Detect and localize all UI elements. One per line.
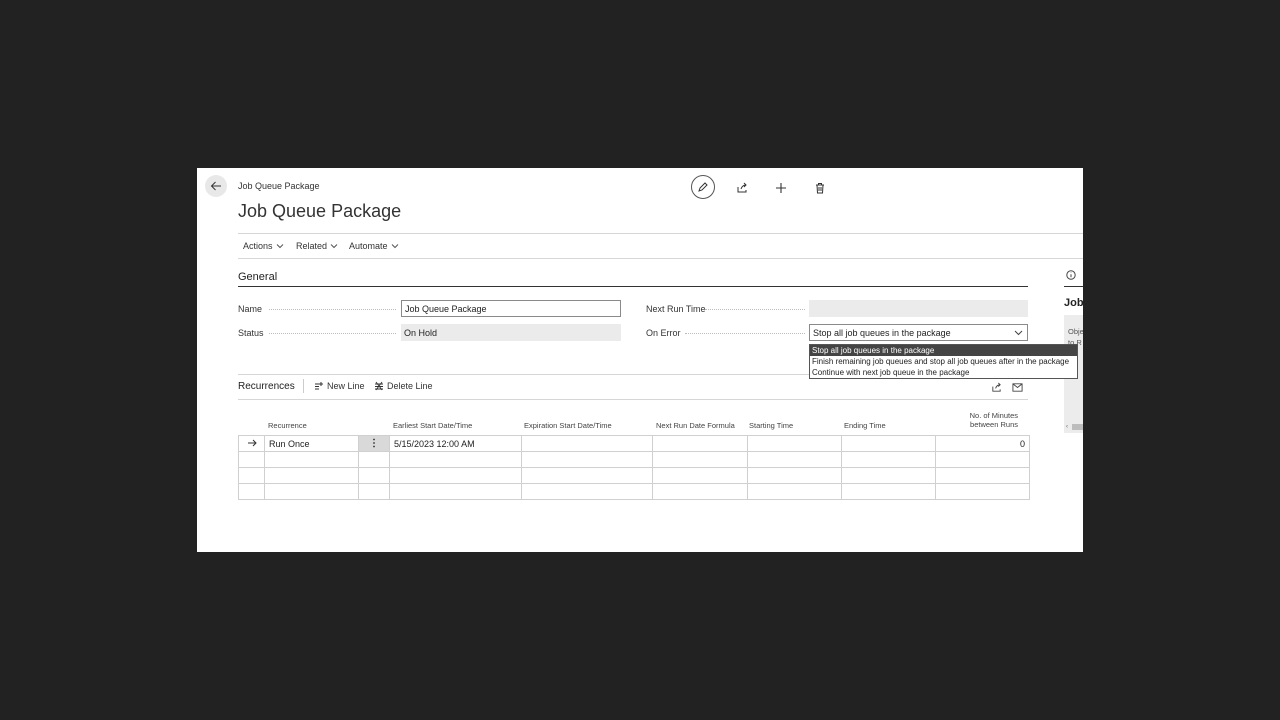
divider [238,258,1083,259]
dotted-leader [685,333,805,334]
cell-minutes[interactable]: 0 [935,435,1030,452]
share-icon [992,382,1001,392]
delete-line-label: Delete Line [387,381,433,391]
next-run-time-field [809,300,1028,317]
info-icon[interactable] [1066,267,1076,285]
cell-expiration-start[interactable] [521,435,653,452]
on-error-selected-value: Stop all job queues in the package [813,327,951,338]
delete-line-button[interactable]: Delete Line [374,381,433,391]
next-run-time-label: Next Run Time [646,304,706,314]
new-line-button[interactable]: New Line [314,381,365,391]
row-indicator [238,435,265,452]
name-label: Name [238,304,263,314]
menu-actions[interactable]: Actions [243,241,284,251]
table-row[interactable] [238,483,1030,500]
menu-related-label: Related [296,241,328,251]
delete-button[interactable] [808,176,832,200]
status-field: On Hold [401,324,621,341]
more-vertical-icon [373,438,375,447]
col-header-ending-time[interactable]: Ending Time [844,421,886,430]
col-header-minutes[interactable]: No. of Minutes between Runs [934,411,1018,429]
cell-recurrence[interactable]: Run Once [264,435,359,452]
on-error-select[interactable]: Stop all job queues in the package [809,324,1028,341]
on-error-dropdown-list: Stop all job queues in the package Finis… [809,344,1078,379]
factbox-text: Obje [1068,327,1083,336]
recurrences-table: Run Once 5/15/2023 12:00 AM 0 [238,435,1030,500]
factbox-heading: Job [1064,297,1083,309]
dropdown-option[interactable]: Continue with next job queue in the pack… [810,367,1077,378]
chevron-down-icon [330,244,338,249]
recurrences-title[interactable]: Recurrences [238,381,295,392]
share-list-button[interactable] [991,380,1002,398]
col-header-minutes-line2: between Runs [970,420,1018,429]
status-label: Status [238,328,264,338]
col-header-expiration-start[interactable]: Expiration Start Date/Time [524,421,612,430]
chevron-down-icon [391,244,398,249]
col-header-starting-time[interactable]: Starting Time [749,421,793,430]
table-row[interactable] [238,451,1030,468]
cell-next-run-formula[interactable] [652,435,748,452]
dotted-leader [269,309,396,310]
pencil-icon [698,182,708,192]
section-underline [238,286,1028,287]
share-icon [737,182,747,193]
new-button[interactable] [769,176,793,200]
table-row[interactable]: Run Once 5/15/2023 12:00 AM 0 [238,435,1030,452]
menu-automate[interactable]: Automate [349,241,399,251]
col-header-next-run-formula[interactable]: Next Run Date Formula [656,421,735,430]
arrow-right-icon [247,439,257,446]
cell-starting-time[interactable] [747,435,842,452]
on-error-label: On Error [646,328,681,338]
new-line-label: New Line [327,381,365,391]
expand-icon [1012,383,1023,392]
divider [238,233,1083,234]
edit-button[interactable] [691,175,715,199]
expand-list-button[interactable] [1012,380,1023,398]
section-general-title[interactable]: General [238,271,277,283]
dropdown-option[interactable]: Finish remaining job queues and stop all… [810,356,1077,367]
delete-line-icon [375,381,383,391]
dropdown-option[interactable]: Stop all job queues in the package [810,345,1077,356]
divider [238,399,1028,400]
factbox-underline [1064,286,1083,287]
chevron-down-icon [276,244,283,249]
chevron-down-icon [1014,330,1023,335]
menu-related[interactable]: Related [296,241,338,251]
new-line-icon [315,382,323,390]
name-field[interactable]: Job Queue Package [401,300,621,317]
menu-automate-label: Automate [349,241,388,251]
cell-ending-time[interactable] [841,435,936,452]
col-header-earliest-start[interactable]: Earliest Start Date/Time [393,421,472,430]
arrow-left-icon [210,181,221,191]
page-title: Job Queue Package [238,201,402,221]
col-header-recurrence[interactable]: Recurrence [268,421,307,430]
back-button[interactable] [205,175,227,197]
row-menu-button[interactable] [358,435,390,452]
dotted-leader [269,333,396,334]
trash-icon [816,183,824,194]
table-row[interactable] [238,467,1030,484]
cell-earliest-start[interactable]: 5/15/2023 12:00 AM [389,435,522,452]
separator [303,379,304,393]
share-button[interactable] [730,176,754,200]
menu-actions-label: Actions [243,241,273,251]
app-window: Job Queue Package Job Queue Package Acti… [197,168,1083,552]
dotted-leader [705,309,805,310]
plus-icon [776,183,786,193]
breadcrumb: Job Queue Package [238,181,320,191]
factbox-scrollbar[interactable]: ‹ [1066,424,1083,430]
col-header-minutes-line1: No. of Minutes [969,411,1018,420]
